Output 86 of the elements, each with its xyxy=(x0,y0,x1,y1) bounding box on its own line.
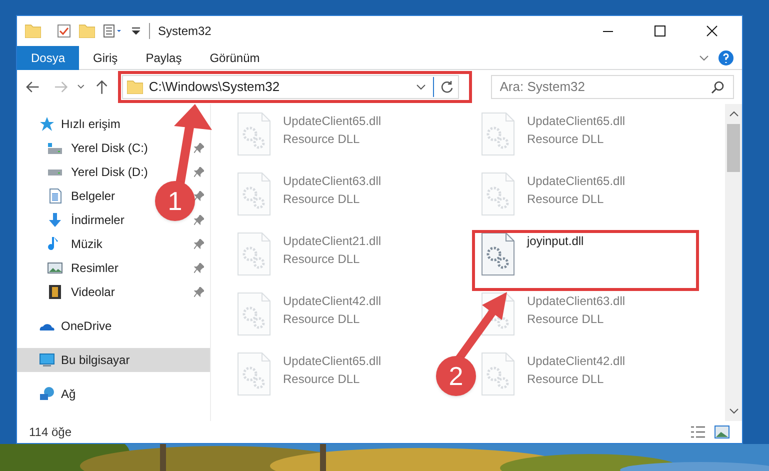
file-type: Resource DLL xyxy=(527,131,605,148)
file-name: UpdateClient42.dll xyxy=(283,293,382,310)
file-type: Resource DLL xyxy=(283,311,361,328)
nav-item[interactable]: Müzik xyxy=(47,235,102,253)
file-name: UpdateClient42.dll xyxy=(527,353,626,370)
search-input[interactable]: Ara: System32 xyxy=(500,77,711,97)
file-type: Resource DLL xyxy=(283,191,361,208)
file-type: Resource DLL xyxy=(527,371,605,388)
help-icon[interactable] xyxy=(718,50,734,66)
close-icon xyxy=(706,25,718,37)
gear-file-icon xyxy=(481,232,515,276)
folder-icon xyxy=(126,80,143,94)
file-item[interactable]: UpdateClient65.dll Resource DLL xyxy=(481,112,626,156)
up-arrow-icon[interactable] xyxy=(94,79,110,95)
dropdown-arrow-icon[interactable] xyxy=(131,26,141,36)
file-item[interactable]: UpdateClient65.dll Resource DLL xyxy=(481,172,626,216)
file-name: UpdateClient65.dll xyxy=(527,173,626,190)
file-item[interactable]: joyinput.dll xyxy=(481,232,584,276)
file-name: UpdateClient65.dll xyxy=(283,353,382,370)
scrollbar[interactable] xyxy=(725,104,742,421)
file-type: Resource DLL xyxy=(527,191,605,208)
monitor-icon xyxy=(39,352,55,368)
gear-file-icon xyxy=(237,292,271,336)
file-name: UpdateClient65.dll xyxy=(527,113,626,130)
nav-item[interactable]: Yerel Disk (D:) xyxy=(47,163,148,181)
file-item[interactable]: UpdateClient42.dll Resource DLL xyxy=(237,292,382,336)
file-name: joyinput.dll xyxy=(527,233,584,250)
details-view-icon[interactable] xyxy=(690,425,706,439)
nav-item[interactable]: İndirmeler xyxy=(47,211,124,229)
file-item[interactable]: UpdateClient21.dll Resource DLL xyxy=(237,232,382,276)
ribbon-tab[interactable]: Paylaş xyxy=(132,46,196,70)
nav-item[interactable]: OneDrive xyxy=(17,314,210,338)
gear-file-icon xyxy=(237,172,271,216)
down-arrow-icon xyxy=(47,212,63,228)
scrollbar-thumb[interactable] xyxy=(727,124,740,172)
gear-file-icon xyxy=(237,232,271,276)
file-type: Resource DLL xyxy=(283,251,361,268)
ribbon-tab[interactable]: Görünüm xyxy=(196,46,274,70)
search-field[interactable]: Ara: System32 xyxy=(490,75,734,99)
refresh-icon[interactable] xyxy=(440,80,454,94)
cloud-icon xyxy=(39,322,55,330)
nav-item[interactable]: Ağ xyxy=(17,382,210,406)
checklist-icon xyxy=(57,24,71,38)
file-item[interactable]: UpdateClient63.dll Resource DLL xyxy=(237,172,382,216)
maximize-icon xyxy=(654,25,666,37)
gear-file-icon xyxy=(481,352,515,396)
nav-item[interactable]: Belgeler xyxy=(47,187,116,205)
file-type: Resource DLL xyxy=(527,311,605,328)
image-icon xyxy=(47,260,63,276)
large-icons-view-icon[interactable] xyxy=(714,425,730,439)
nav-item[interactable]: Hızlı erişim xyxy=(17,112,210,136)
network-icon xyxy=(39,386,55,402)
item-count: 114 öğe xyxy=(29,424,72,441)
back-arrow-icon[interactable] xyxy=(25,79,41,95)
document-icon xyxy=(47,188,63,204)
search-icon xyxy=(711,80,725,94)
gear-file-icon xyxy=(237,112,271,156)
file-type: Resource DLL xyxy=(283,371,361,388)
gear-file-icon xyxy=(237,352,271,396)
address-path: C:\Windows\System32 xyxy=(148,78,281,96)
drive-icon xyxy=(47,142,63,154)
file-type: Resource DLL xyxy=(283,131,361,148)
file-name: UpdateClient63.dll xyxy=(283,173,382,190)
file-name: UpdateClient65.dll xyxy=(283,113,382,130)
ribbon-tab[interactable]: Giriş xyxy=(79,46,132,70)
address-bar[interactable]: C:\Windows\System32 xyxy=(122,75,459,99)
nav-item[interactable]: Yerel Disk (C:) xyxy=(47,139,148,157)
properties-icon xyxy=(103,24,123,38)
gear-file-icon xyxy=(481,112,515,156)
gear-file-icon xyxy=(481,172,515,216)
folder-icon xyxy=(79,24,95,38)
star-icon xyxy=(39,116,55,132)
file-item[interactable]: UpdateClient42.dll Resource DLL xyxy=(481,352,626,396)
nav-item[interactable]: Videolar xyxy=(47,283,115,301)
file-name: UpdateClient21.dll xyxy=(283,233,382,250)
ribbon-tab[interactable]: Dosya xyxy=(17,46,80,70)
window-title: System32 xyxy=(158,23,212,40)
folder-icon xyxy=(25,24,41,38)
file-item[interactable]: UpdateClient65.dll Resource DLL xyxy=(237,352,382,396)
drive-icon xyxy=(47,168,63,176)
file-name: UpdateClient63.dll xyxy=(527,293,626,310)
minimize-icon xyxy=(602,30,614,32)
nav-item[interactable]: Resimler xyxy=(47,259,118,277)
file-item[interactable]: UpdateClient65.dll Resource DLL xyxy=(237,112,382,156)
nav-item[interactable]: Bu bilgisayar xyxy=(17,348,210,372)
film-icon xyxy=(47,284,63,300)
